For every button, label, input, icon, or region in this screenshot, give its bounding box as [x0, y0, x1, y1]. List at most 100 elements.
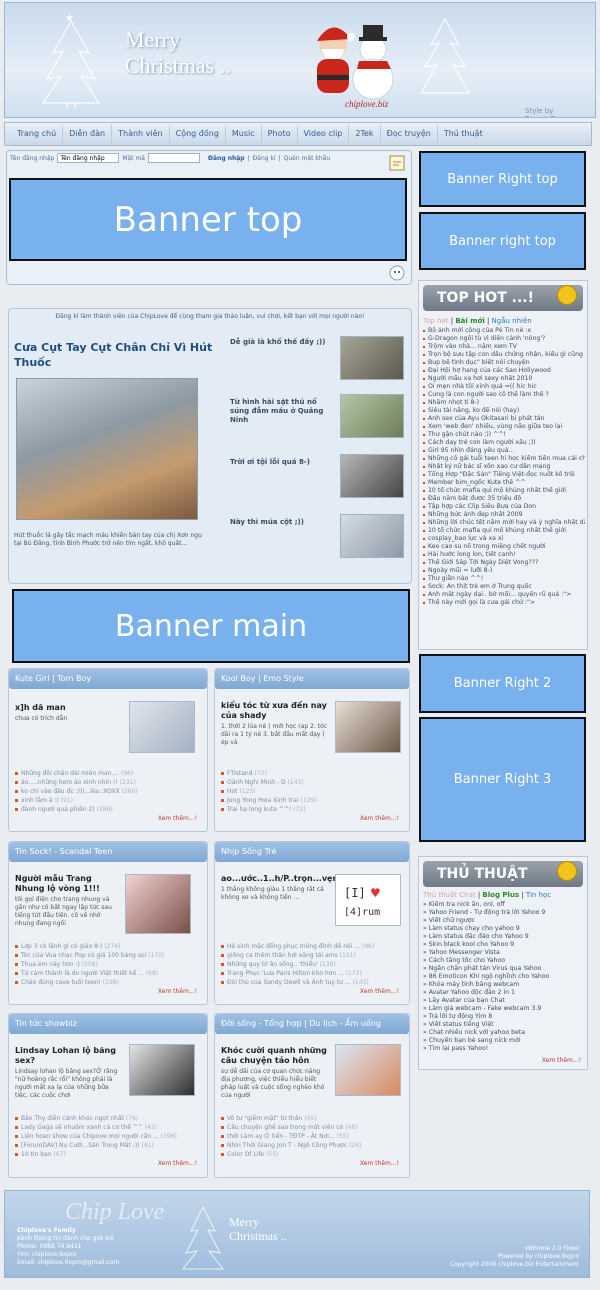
password-input[interactable] — [147, 153, 200, 163]
list-item[interactable]: Lady Gaga sẽ nhuộm xanh cả cơ thể ^^ (42… — [15, 1123, 203, 1132]
tab-tin-hoc[interactable]: Tin học — [526, 891, 551, 899]
list-item[interactable]: đánh ngươi quá phiên 2) (186) — [15, 805, 203, 814]
list-item[interactable]: Color Of Life (55) — [221, 1150, 405, 1159]
tab-top-hot[interactable]: Top hot — [423, 317, 449, 325]
top-hot-item[interactable]: Nhăm nhọt tí 8-) — [423, 399, 585, 407]
tab-bai-moi[interactable]: Bài mới — [455, 317, 484, 325]
thu-thuat-item[interactable]: » Yahoo Messenger Vista — [423, 949, 585, 957]
top-hot-item[interactable]: Hài hước long lon, tiết canh! — [423, 551, 585, 559]
nav-item-video[interactable]: Video clip — [298, 125, 350, 143]
top-hot-item[interactable]: Những bức ảnh đẹp nhất 2009 — [423, 511, 585, 519]
list-item[interactable]: Những đôi chân dài miên man.... (96) — [15, 769, 203, 778]
top-hot-item[interactable]: Người mẫu xa hơi sexy nhất 2010 — [423, 375, 585, 383]
see-more-link[interactable]: Xem thêm...! — [360, 1160, 399, 1167]
top-hot-item[interactable]: Đầu năm bắt được 35 triệu đô — [423, 495, 585, 503]
list-item[interactable]: Vô tư "giếm mặt" từ thân (45) — [221, 1114, 405, 1123]
see-more-link[interactable]: Xem thêm...! — [360, 988, 399, 995]
top-hot-item[interactable]: Thư gặn chút nào ;)) ^^! — [423, 431, 585, 439]
see-more-link[interactable]: Xem thêm...! — [542, 1057, 581, 1064]
featured-side-item-title[interactable]: Trời ơi tội lỗi quá 8-) — [230, 458, 338, 467]
nav-item-music[interactable]: Music — [226, 125, 262, 143]
nav-item-2tek[interactable]: 2Tek — [349, 125, 381, 143]
box-thumbnail[interactable] — [125, 874, 191, 934]
box-thumbnail[interactable] — [129, 1044, 195, 1096]
list-item[interactable]: Jung Yong Hwa Xinh trai (129) — [221, 796, 405, 805]
tab-doi-song[interactable]: Đời sống - Tổng hợp — [221, 1019, 302, 1028]
top-hot-item[interactable]: Nhật ký nữ bác sĩ xôn xao cư dân mạng — [423, 463, 585, 471]
box-item-title[interactable]: Người mẫu Trang Nhung lộ vòng 1!!! — [15, 874, 119, 894]
list-item[interactable]: giông ca thêm thân hơi xăng tái ams (151… — [221, 951, 405, 960]
top-hot-item[interactable]: Member bịm_ngốc Kute thế ^^ — [423, 479, 585, 487]
see-more-link[interactable]: Xem thêm...! — [158, 1160, 197, 1167]
register-link[interactable]: Đăng kí — [253, 155, 276, 162]
featured-side-item-title[interactable]: Này thì múa cột ;)) — [230, 518, 338, 527]
list-item[interactable]: Hot (125) — [221, 787, 405, 796]
list-item[interactable]: Oánh Nghi Minh - D (143) — [221, 778, 405, 787]
banner-right-top[interactable]: Banner Right top — [419, 151, 586, 207]
list-item[interactable]: Câu chuyện ghế sao trong một viên có (46… — [221, 1123, 405, 1132]
list-item[interactable]: Hệ sinh mặc đồng phục mông đình dễ nói .… — [221, 942, 405, 951]
list-item[interactable]: Nhìn Thời Giang Jon T - Ngô Công Phược (… — [221, 1141, 405, 1150]
top-hot-item[interactable]: Những lời chúc tết nằm mới hay và ý nghĩ… — [423, 519, 585, 527]
login-button[interactable]: Đăng nhập — [208, 155, 245, 162]
top-hot-item[interactable]: Siêu tài năng, ko để nói (hay) — [423, 407, 585, 415]
box-item-title[interactable]: ao...ước..1..h/P..trọn...vẹn. — [221, 874, 341, 884]
list-item[interactable]: Trai hạ long kute ^^! (72) — [221, 805, 405, 814]
banner-right-3[interactable]: Banner Right 3 — [419, 717, 586, 842]
top-hot-item[interactable]: Thế Giới Sắp Tới Ngày Diệt Vong??? — [423, 559, 585, 567]
top-hot-item[interactable]: Trộm vào nhà... nằm xem TV — [423, 343, 585, 351]
top-hot-item[interactable]: Cung là con người sao cô thể làm thế ? — [423, 391, 585, 399]
thu-thuat-item[interactable]: » Yahoo Friend - Tự động trả lời Yahoo 9 — [423, 909, 585, 917]
top-hot-item[interactable]: cosplay_bao lực và xa xỉ — [423, 535, 585, 543]
top-hot-item[interactable]: Những cô gái tuổi teen hi học kiếm tiền … — [423, 455, 585, 463]
tab-thu-thuat-chat[interactable]: Thủ thuật Chat — [423, 891, 476, 899]
box-item-title[interactable]: x]h dã man — [15, 703, 115, 713]
nav-item-tips[interactable]: Thủ thuật — [438, 125, 489, 143]
featured-side-thumb[interactable] — [340, 394, 404, 438]
list-item[interactable]: Chào đúng cave tuổi teen! (198) — [15, 978, 203, 987]
top-hot-item[interactable]: 10 tổ chức mafia quỉ mô khủng nhất thế g… — [423, 527, 585, 535]
see-more-link[interactable]: Xem thêm...! — [360, 815, 399, 822]
tab-du-lich[interactable]: Du lịch - Ẩm uống — [309, 1019, 381, 1028]
thu-thuat-item[interactable]: » Ngăn chặn phát tán Virus qua Yahoo — [423, 965, 585, 973]
nav-item-home[interactable]: Trang chủ — [11, 125, 64, 143]
list-item[interactable]: Trang Phục 'Lưa Paris Hilton khó hơn ...… — [221, 969, 405, 978]
top-hot-item[interactable]: Bộ ảnh mới công của Pé Tin nè :x — [423, 327, 585, 335]
top-hot-item[interactable]: Tổng Hợp "Đặc Sản" Tiếng Việt-đọc nuốt k… — [423, 471, 585, 479]
list-item[interactable]: Lớp 3 có lãnh gì có giáo 8:) (274) — [15, 942, 203, 951]
featured-side-item-title[interactable]: Từ hình hài sặt thủ nổ súng đẫm máu ở Qu… — [230, 398, 338, 425]
nav-item-photo[interactable]: Photo — [262, 125, 298, 143]
tab-tom-boy[interactable]: Tom Boy — [57, 674, 91, 683]
top-hot-item[interactable]: Keo cao su nổ trong miệng chết người — [423, 543, 585, 551]
nav-item-community[interactable]: Cộng đồng — [170, 125, 226, 143]
thu-thuat-item[interactable]: » Khóa máy tính bằng webcam — [423, 981, 585, 989]
thu-thuat-item[interactable]: » Trả lời tự động Yim 8 — [423, 1013, 585, 1021]
box-item-title[interactable]: Lindsay Lohan lộ băng sex? — [15, 1046, 119, 1066]
list-item[interactable]: FTIstand (72) — [221, 769, 405, 778]
thu-thuat-item[interactable]: » Skin black kool cho Yahoo 9 — [423, 941, 585, 949]
username-input[interactable] — [57, 153, 120, 163]
thu-thuat-item[interactable]: » 86 Emoticon Khí ngộ nghĩnh cho Yahoo — [423, 973, 585, 981]
box-thumbnail[interactable]: [I] ♥ [4]rum — [335, 874, 401, 926]
top-hot-item[interactable]: Ôi mẹn nhà tôi xinh quá =(( hic hic — [423, 383, 585, 391]
box-thumbnail[interactable] — [335, 1044, 401, 1096]
top-hot-item[interactable]: Cách dạy trẻ con làm người xấu ;)) — [423, 439, 585, 447]
top-hot-item[interactable]: Girl 95 nhìn đáng yêu quá... — [423, 447, 585, 455]
thu-thuat-item[interactable]: » Avatar Yahoo độc đáo 2 in 1 — [423, 989, 585, 997]
nav-item-members[interactable]: Thành viên — [112, 125, 170, 143]
tab-blog-plus[interactable]: Blog Plus — [482, 891, 519, 899]
box-item-title[interactable]: Khóc cười quanh những câu chuyện tảo hôn — [221, 1046, 327, 1066]
banner-right-top-2[interactable]: Banner right top — [419, 212, 586, 270]
top-hot-item[interactable]: Ảnh sex của Ayu Okitasari bị phát tán — [423, 415, 585, 423]
banner-main[interactable]: Banner main — [12, 589, 410, 663]
tab-ngau-nhien[interactable]: Ngẫu nhiên — [492, 317, 532, 325]
tab-tin-sock[interactable]: Tin Sock! - Scandal Teen — [15, 847, 112, 856]
list-item[interactable]: Từ cảm thành là do người Việt thiết kế .… — [15, 969, 203, 978]
tab-kute-girl[interactable]: Kute Girl — [15, 674, 49, 683]
top-hot-item[interactable]: Thế này mới gọi là cưa gái chứ :"> — [423, 599, 585, 607]
nav-item-stories[interactable]: Đọc truyện — [381, 125, 438, 143]
featured-image[interactable] — [16, 378, 198, 520]
list-item[interactable]: Đôi thù của Sandy Dewll và Ảnh tuy tư ..… — [221, 978, 405, 987]
list-item[interactable]: 10 tin bạn (67) — [15, 1150, 203, 1159]
thu-thuat-item[interactable]: » Làm status chạy cho yahoo 9 — [423, 925, 585, 933]
